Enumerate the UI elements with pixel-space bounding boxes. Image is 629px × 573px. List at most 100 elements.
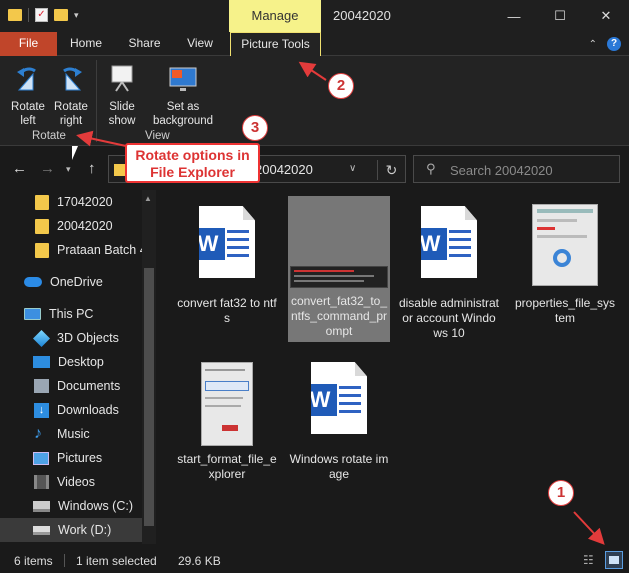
back-icon[interactable]: ←: [12, 160, 27, 177]
large-icons-view-icon[interactable]: [605, 551, 623, 569]
address-dropdown-icon[interactable]: ∨: [349, 163, 356, 174]
rotate-right-icon: [63, 67, 82, 91]
nav-item-3d-objects[interactable]: 3D Objects: [0, 326, 142, 350]
forward-icon[interactable]: →: [40, 160, 55, 177]
tab-manage[interactable]: Manage: [229, 0, 321, 32]
file-item[interactable]: properties_file_system: [514, 198, 616, 338]
nav-item-onedrive[interactable]: OneDrive: [0, 270, 142, 294]
set-background-icon: [169, 67, 197, 91]
file-item[interactable]: start_format_file_explorer: [176, 354, 278, 494]
close-button[interactable]: ✕: [583, 0, 629, 32]
nav-item-label: Work (D:): [58, 523, 112, 537]
address-bar-row: ← → ▾ ↑ « 20042020 ∨ ↻ ⚲: [0, 146, 629, 190]
nav-item-label: 3D Objects: [57, 331, 119, 345]
nav-item-music[interactable]: ♪ Music: [0, 422, 142, 446]
annotation-badge-2: 2: [328, 73, 354, 99]
file-item-selected[interactable]: convert_fat32_to_ntfs_command_prompt: [288, 196, 390, 342]
file-name: start_format_file_explorer: [177, 452, 277, 481]
divider: [28, 8, 29, 22]
file-name: convert fat32 to ntfs: [177, 296, 277, 325]
folder-icon: [35, 194, 49, 210]
word-document-icon: W: [199, 206, 255, 278]
tab-share[interactable]: Share: [117, 32, 172, 56]
nav-item-videos[interactable]: Videos: [0, 470, 142, 494]
nav-item-label: Desktop: [58, 355, 104, 369]
nav-item-work-d[interactable]: Work (D:): [0, 518, 142, 542]
nav-item-label: Windows (C:): [58, 499, 134, 513]
ribbon-group-divider: [96, 60, 97, 142]
path-segment[interactable]: 20042020: [255, 162, 313, 177]
nav-item-label: This PC: [49, 307, 94, 321]
group-label-rotate: Rotate: [32, 130, 66, 142]
nav-item-prataan-batch-4[interactable]: Prataan Batch 4: [0, 238, 147, 262]
slide-show-button[interactable]: Slide show: [100, 62, 144, 128]
file-name: properties_file_system: [514, 296, 616, 325]
set-as-background-label: Set as background: [152, 101, 214, 127]
help-icon[interactable]: ?: [607, 37, 621, 51]
ribbon-tab-row: File Home Share View Picture Tools ⌃ ?: [0, 32, 629, 57]
nav-item-label: Documents: [57, 379, 121, 393]
rotate-left-icon: [17, 67, 36, 91]
scroll-up-icon[interactable]: ▲: [144, 194, 152, 203]
search-box[interactable]: ⚲: [413, 155, 620, 183]
new-folder-icon[interactable]: [54, 9, 68, 21]
nav-item-17042020[interactable]: 17042020: [0, 190, 142, 214]
tab-home[interactable]: Home: [60, 32, 112, 56]
quick-access-toolbar: ✓ ▾: [8, 8, 79, 22]
file-name: Windows rotate image: [289, 452, 389, 481]
image-thumbnail: [532, 204, 598, 286]
image-thumbnail: [290, 266, 388, 288]
nav-item-this-pc[interactable]: This PC: [0, 302, 142, 326]
onedrive-icon: [24, 277, 42, 287]
collapse-ribbon-icon[interactable]: ⌃: [589, 39, 597, 50]
nav-item-windows-c[interactable]: Windows (C:): [0, 494, 142, 518]
maximize-button[interactable]: ☐: [537, 0, 583, 32]
nav-item-label: Videos: [57, 475, 95, 489]
group-label-view: View: [145, 130, 170, 142]
nav-item-desktop[interactable]: Desktop: [0, 350, 142, 374]
nav-item-documents[interactable]: Documents: [0, 374, 142, 398]
set-as-background-button[interactable]: Set as background: [150, 62, 216, 128]
file-item[interactable]: W disable administrator account Windows …: [398, 198, 500, 358]
search-input[interactable]: [450, 161, 610, 179]
nav-item-label: Prataan Batch 4: [57, 243, 147, 257]
minimize-button[interactable]: —: [491, 0, 537, 32]
recent-locations-icon[interactable]: ▾: [66, 164, 71, 175]
up-icon[interactable]: ↑: [88, 160, 96, 177]
navigation-pane: 17042020 20042020 Prataan Batch 4 OneDri…: [0, 190, 156, 544]
nav-item-label: OneDrive: [50, 275, 103, 289]
annotation-badge-3: 3: [242, 115, 268, 141]
file-item[interactable]: W convert fat32 to ntfs: [176, 198, 278, 338]
ribbon-panel: Rotate left Rotate right Slide show Set …: [0, 56, 629, 146]
nav-item-downloads[interactable]: ↓ Downloads: [0, 398, 142, 422]
tab-view[interactable]: View: [176, 32, 224, 56]
customize-toolbar-icon[interactable]: ▾: [74, 10, 79, 21]
nav-item-20042020[interactable]: 20042020: [0, 214, 142, 238]
nav-item-pictures[interactable]: Pictures: [0, 446, 142, 470]
rotate-left-button[interactable]: Rotate left: [6, 62, 50, 128]
3d-objects-icon: [33, 329, 50, 347]
details-view-icon[interactable]: ☷: [583, 552, 599, 568]
music-icon: ♪: [34, 425, 42, 442]
word-document-icon: W: [311, 362, 367, 434]
drive-icon: [33, 525, 50, 535]
refresh-icon[interactable]: ↻: [377, 160, 405, 180]
window-title: 20042020: [333, 8, 391, 23]
divider: [64, 554, 65, 567]
documents-icon: [34, 379, 49, 393]
rotate-right-button[interactable]: Rotate right: [50, 62, 92, 128]
tab-file[interactable]: File: [0, 32, 57, 56]
status-item-count: 6 items: [14, 554, 53, 568]
tab-picture-tools[interactable]: Picture Tools: [230, 32, 321, 57]
nav-scrollbar-thumb[interactable]: [144, 268, 154, 526]
annotation-badge-1: 1: [548, 480, 574, 506]
folder-icon: [35, 242, 49, 258]
callout-line-1: Rotate options in: [135, 147, 250, 163]
properties-icon[interactable]: ✓: [35, 8, 48, 22]
videos-icon: [34, 475, 49, 489]
status-bar: 6 items 1 item selected 29.6 KB ☷: [0, 548, 629, 573]
file-item[interactable]: W Windows rotate image: [288, 354, 390, 494]
file-name: convert_fat32_to_ntfs_command_prompt: [290, 294, 388, 338]
rotate-left-label: Rotate left: [11, 101, 45, 127]
slide-show-icon: [111, 65, 133, 92]
